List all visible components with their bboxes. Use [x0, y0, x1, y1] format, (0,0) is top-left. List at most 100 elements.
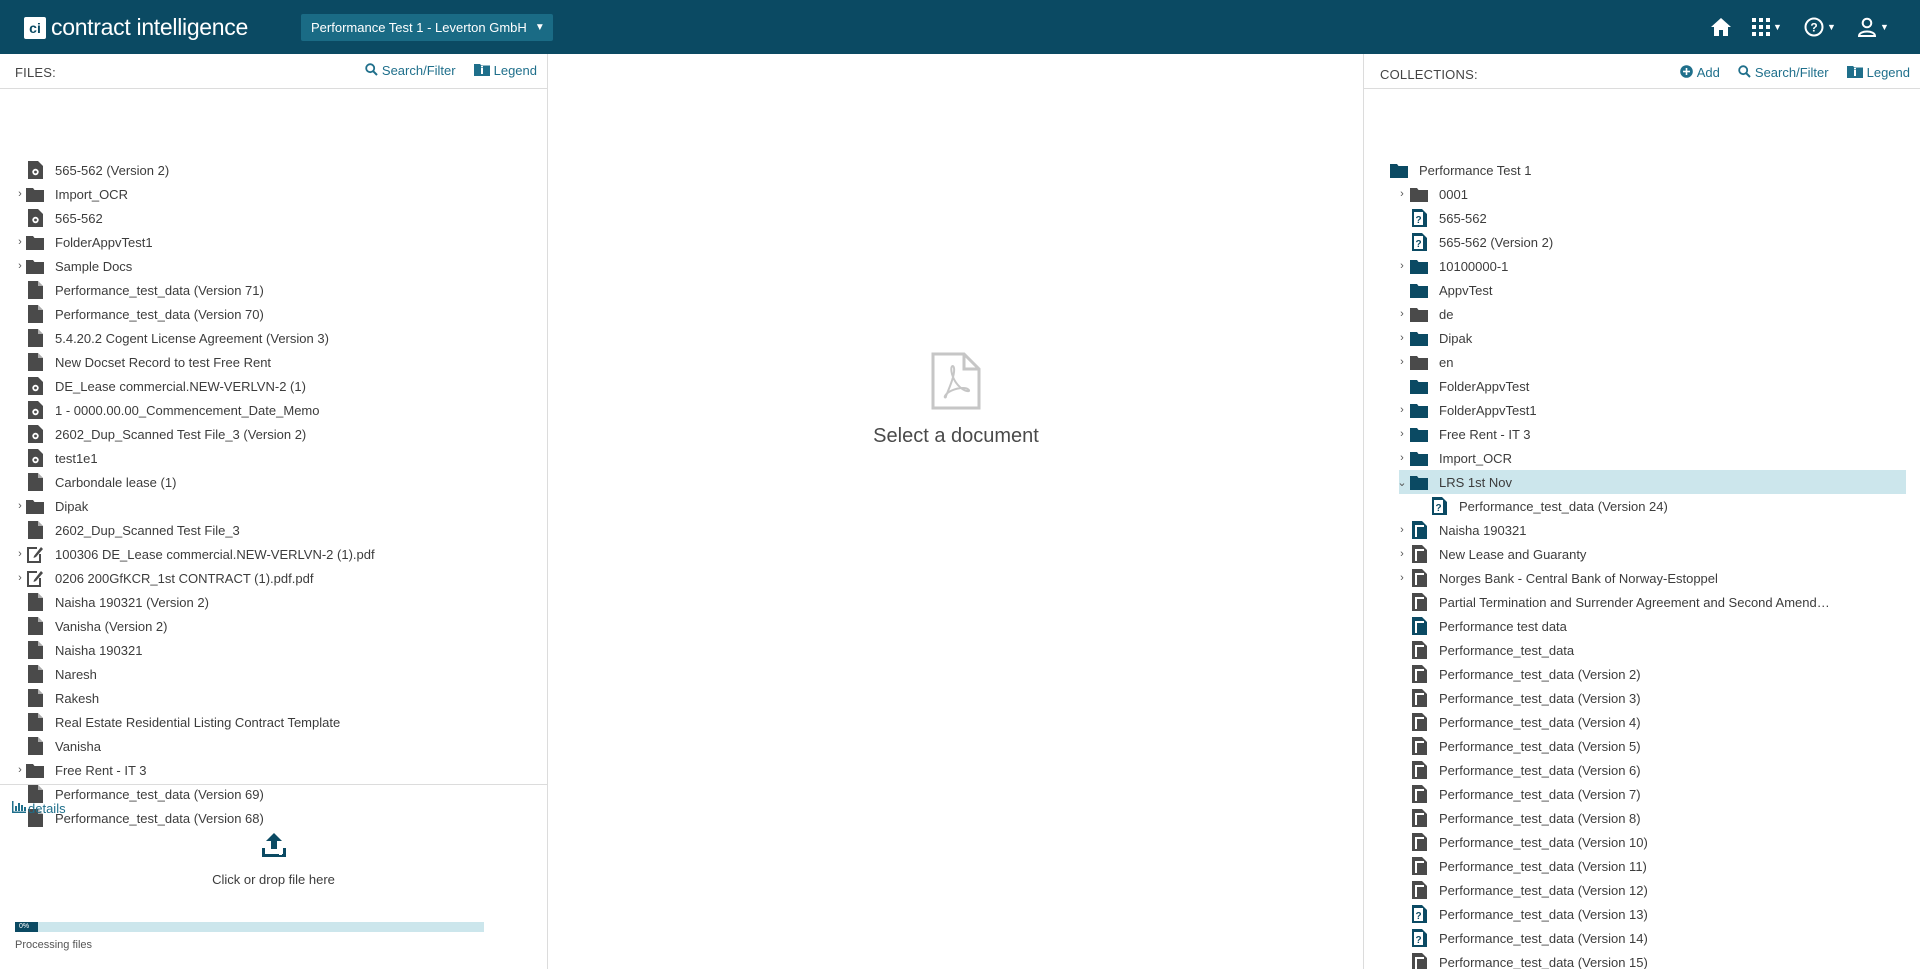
collections-add-button[interactable]: Add	[1679, 64, 1720, 81]
collections-tree-item[interactable]: Performance_test_data (Version 6)	[1364, 758, 1920, 782]
chevron-right-icon[interactable]: ›	[1397, 188, 1407, 200]
files-tree-item[interactable]: Real Estate Residential Listing Contract…	[0, 710, 547, 734]
files-tree-item[interactable]: Performance_test_data (Version 70)	[0, 302, 547, 326]
collections-tree-item[interactable]: ? 565-562 (Version 2)	[1364, 230, 1920, 254]
files-tree-item[interactable]: Naisha 190321 (Version 2)	[0, 590, 547, 614]
collections-tree-item[interactable]: › New Lease and Guaranty	[1364, 542, 1920, 566]
files-tree-item[interactable]: Vanisha	[0, 734, 547, 758]
files-tree-item[interactable]: › 0206 200GfKCR_1st CONTRACT (1).pdf.pdf	[0, 566, 547, 590]
collections-tree-item[interactable]: Performance_test_data	[1364, 638, 1920, 662]
home-button[interactable]	[1710, 15, 1732, 39]
collections-tree-item[interactable]: Performance_test_data (Version 15)	[1364, 950, 1920, 969]
files-tree-item[interactable]: › FolderAppvTest1	[0, 230, 547, 254]
collections-tree-item[interactable]: Performance_test_data (Version 10)	[1364, 830, 1920, 854]
files-tree-item[interactable]: › Import_OCR	[0, 182, 547, 206]
files-tree-item-label: DE_Lease commercial.NEW-VERLVN-2 (1)	[55, 378, 306, 394]
collections-tree-item[interactable]: AppvTest	[1364, 278, 1920, 302]
collections-tree-item[interactable]: Performance test data	[1364, 614, 1920, 638]
svg-text:?: ?	[1415, 239, 1421, 250]
collections-tree-item[interactable]: ? 565-562	[1364, 206, 1920, 230]
project-selector[interactable]: Performance Test 1 - Leverton GmbH ▼	[301, 14, 553, 41]
details-link[interactable]: details	[12, 801, 66, 816]
chevron-right-icon[interactable]: ›	[15, 236, 25, 248]
collections-tree-item[interactable]: ? Performance_test_data (Version 14)	[1364, 926, 1920, 950]
collections-tree-item[interactable]: Performance_test_data (Version 4)	[1364, 710, 1920, 734]
collections-tree-item-label: Performance_test_data (Version 11)	[1439, 858, 1647, 874]
chevron-right-icon[interactable]: ›	[1397, 260, 1407, 272]
collections-tree-item[interactable]: Performance Test 1	[1364, 158, 1920, 182]
apps-menu-button[interactable]: ▼	[1752, 15, 1782, 39]
collections-tree-item[interactable]: Performance_test_data (Version 3)	[1364, 686, 1920, 710]
collections-tree-item-selected[interactable]: ⌄ LRS 1st Nov	[1364, 470, 1920, 494]
svg-text:?: ?	[1810, 21, 1817, 35]
files-tree-item[interactable]: › Free Rent - IT 3	[0, 758, 547, 782]
chevron-right-icon[interactable]: ›	[15, 764, 25, 776]
chevron-right-icon[interactable]: ›	[15, 572, 25, 584]
collections-tree-item[interactable]: Partial Termination and Surrender Agreem…	[1364, 590, 1920, 614]
chevron-right-icon[interactable]: ›	[1397, 356, 1407, 368]
chevron-right-icon[interactable]: ›	[1397, 452, 1407, 464]
collections-tree-item[interactable]: Performance_test_data (Version 12)	[1364, 878, 1920, 902]
files-tree-item[interactable]: › Dipak	[0, 494, 547, 518]
chevron-right-icon[interactable]: ›	[1397, 524, 1407, 536]
collections-tree-item-label: AppvTest	[1439, 282, 1493, 298]
chevron-right-icon[interactable]: ›	[15, 548, 25, 560]
files-tree-item[interactable]: test1e1	[0, 446, 547, 470]
files-tree-item[interactable]: Performance_test_data (Version 71)	[0, 278, 547, 302]
files-tree-item-label: Performance_test_data (Version 70)	[55, 306, 264, 322]
collections-legend-button[interactable]: Legend	[1846, 64, 1910, 81]
app-logo[interactable]: ci contract intelligence	[24, 14, 248, 41]
files-tree-item[interactable]: Naresh	[0, 662, 547, 686]
collections-tree-item[interactable]: Performance_test_data (Version 5)	[1364, 734, 1920, 758]
files-tree-item[interactable]: 2602_Dup_Scanned Test File_3 (Version 2)	[0, 422, 547, 446]
collections-tree-item[interactable]: Performance_test_data (Version 8)	[1364, 806, 1920, 830]
files-tree-item[interactable]: 1 - 0000.00.00_Commencement_Date_Memo	[0, 398, 547, 422]
chevron-right-icon[interactable]: ›	[15, 500, 25, 512]
collections-tree-item[interactable]: › Free Rent - IT 3	[1364, 422, 1920, 446]
chevron-right-icon[interactable]: ›	[1397, 428, 1407, 440]
collections-tree-item[interactable]: › Dipak	[1364, 326, 1920, 350]
files-tree-item[interactable]: › 100306 DE_Lease commercial.NEW-VERLVN-2…	[0, 542, 547, 566]
chevron-right-icon[interactable]: ›	[1397, 572, 1407, 584]
chevron-right-icon[interactable]: ›	[15, 188, 25, 200]
files-tree-item[interactable]: Vanisha (Version 2)	[0, 614, 547, 638]
chevron-right-icon[interactable]: ›	[15, 260, 25, 272]
collections-tree-item[interactable]: › 10100000-1	[1364, 254, 1920, 278]
collections-tree-item[interactable]: Performance_test_data (Version 2)	[1364, 662, 1920, 686]
files-tree-item[interactable]: Rakesh	[0, 686, 547, 710]
files-search-filter-button[interactable]: Search/Filter	[365, 62, 456, 79]
chevron-right-icon[interactable]: ›	[1397, 404, 1407, 416]
chevron-right-icon[interactable]: ›	[1397, 332, 1407, 344]
upload-area: details Click or drop file here 0% Proce…	[0, 784, 547, 969]
collections-tree-item[interactable]: › FolderAppvTest1	[1364, 398, 1920, 422]
collections-tree-item[interactable]: › Naisha 190321	[1364, 518, 1920, 542]
files-legend-button[interactable]: Legend	[473, 62, 537, 79]
files-tree-item[interactable]: › Sample Docs	[0, 254, 547, 278]
files-tree-item[interactable]: 565-562	[0, 206, 547, 230]
files-tree-item[interactable]: Naisha 190321	[0, 638, 547, 662]
collections-tree-item[interactable]: › Import_OCR	[1364, 446, 1920, 470]
collections-tree-item[interactable]: › Norges Bank - Central Bank of Norway-Es…	[1364, 566, 1920, 590]
files-tree-item[interactable]: DE_Lease commercial.NEW-VERLVN-2 (1)	[0, 374, 547, 398]
files-tree-item[interactable]: 565-562 (Version 2)	[0, 158, 547, 182]
collections-tree-item-label: Naisha 190321	[1439, 522, 1527, 538]
collections-tree-item[interactable]: Performance_test_data (Version 11)	[1364, 854, 1920, 878]
collections-tree-item[interactable]: Performance_test_data (Version 7)	[1364, 782, 1920, 806]
files-tree-item[interactable]: 5.4.20.2 Cogent License Agreement (Versi…	[0, 326, 547, 350]
files-tree-item[interactable]: New Docset Record to test Free Rent	[0, 350, 547, 374]
collections-tree-item[interactable]: ? Performance_test_data (Version 13)	[1364, 902, 1920, 926]
user-menu-button[interactable]: ▼	[1857, 15, 1889, 39]
collections-tree-item[interactable]: FolderAppvTest	[1364, 374, 1920, 398]
files-tree-item[interactable]: Carbondale lease (1)	[0, 470, 547, 494]
files-tree-item[interactable]: 2602_Dup_Scanned Test File_3	[0, 518, 547, 542]
chevron-down-icon[interactable]: ⌄	[1397, 476, 1407, 489]
collections-tree-item[interactable]: › de	[1364, 302, 1920, 326]
collections-tree-item[interactable]: ? Performance_test_data (Version 24)	[1364, 494, 1920, 518]
chevron-right-icon[interactable]: ›	[1397, 548, 1407, 560]
collections-tree-item[interactable]: › en	[1364, 350, 1920, 374]
help-menu-button[interactable]: ? ▼	[1804, 15, 1836, 39]
collections-tree-item[interactable]: › 0001	[1364, 182, 1920, 206]
chevron-right-icon[interactable]: ›	[1397, 308, 1407, 320]
collections-search-filter-button[interactable]: Search/Filter	[1738, 64, 1829, 81]
file-drop-zone[interactable]: Click or drop file here	[0, 831, 547, 887]
